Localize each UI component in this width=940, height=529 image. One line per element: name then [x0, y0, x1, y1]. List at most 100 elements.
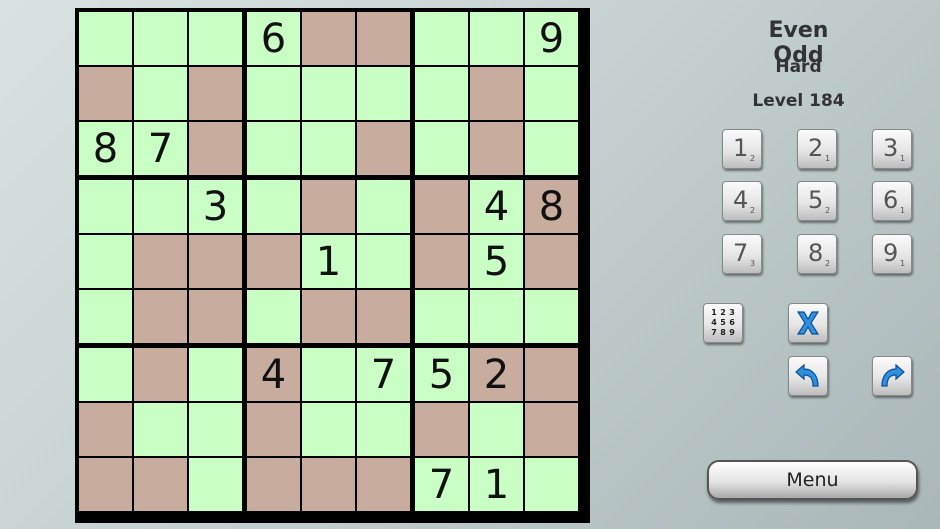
board-cell[interactable]	[302, 403, 355, 456]
board-cell[interactable]	[79, 348, 132, 401]
board-cell[interactable]	[79, 458, 132, 511]
board-cell[interactable]	[357, 67, 410, 120]
board-cell[interactable]: 5	[470, 235, 523, 288]
board-cell[interactable]	[79, 12, 132, 65]
notes-digit: 8	[720, 328, 726, 337]
board-cell[interactable]	[247, 458, 300, 511]
board-cell[interactable]: 2	[470, 348, 523, 401]
erase-button[interactable]	[788, 303, 828, 343]
board-cell[interactable]	[470, 290, 523, 343]
redo-button[interactable]	[872, 356, 912, 396]
board-cell[interactable]	[357, 122, 410, 175]
board-cell[interactable]	[302, 180, 355, 233]
board-cell[interactable]: 8	[79, 122, 132, 175]
board-cell[interactable]	[134, 180, 187, 233]
number-button-9[interactable]: 9 1	[872, 234, 912, 274]
number-button-3[interactable]: 3 1	[872, 129, 912, 169]
board-cell[interactable]	[134, 403, 187, 456]
board-cell[interactable]	[79, 290, 132, 343]
number-button-digit: 1	[733, 134, 749, 162]
level-label: Level 184	[752, 91, 845, 111]
board-cell[interactable]	[134, 235, 187, 288]
board-cell[interactable]	[525, 348, 578, 401]
board-cell[interactable]	[415, 12, 468, 65]
board-cell[interactable]: 4	[247, 348, 300, 401]
board-cell[interactable]	[134, 348, 187, 401]
board-cell[interactable]	[189, 458, 242, 511]
board-cell[interactable]	[189, 348, 242, 401]
number-button-count: 2	[825, 206, 831, 215]
board-cell[interactable]	[189, 403, 242, 456]
board-cell[interactable]	[79, 180, 132, 233]
board-cell[interactable]	[525, 67, 578, 120]
board-cell[interactable]	[415, 122, 468, 175]
number-button-5[interactable]: 5 2	[797, 181, 837, 221]
board-cell[interactable]	[302, 122, 355, 175]
board-cell[interactable]	[470, 12, 523, 65]
undo-button[interactable]	[788, 356, 828, 396]
board-cell[interactable]	[302, 67, 355, 120]
board-cell[interactable]: 7	[357, 348, 410, 401]
board-cell[interactable]	[525, 235, 578, 288]
board-cell[interactable]	[357, 180, 410, 233]
board-cell[interactable]	[415, 235, 468, 288]
board-cell[interactable]: 7	[134, 122, 187, 175]
board-cell[interactable]	[247, 290, 300, 343]
board-cell[interactable]	[79, 235, 132, 288]
board-cell[interactable]: 4	[470, 180, 523, 233]
board-cell[interactable]	[247, 180, 300, 233]
board-cell[interactable]	[525, 290, 578, 343]
board-cell[interactable]	[189, 235, 242, 288]
board-cell[interactable]	[247, 235, 300, 288]
board-cell[interactable]	[247, 67, 300, 120]
board-cell[interactable]	[302, 458, 355, 511]
notes-toggle-button[interactable]: 1 2 3 4 5 6 7 8 9	[703, 303, 743, 343]
board-cell[interactable]	[134, 290, 187, 343]
board-cell[interactable]	[189, 122, 242, 175]
number-button-6[interactable]: 6 1	[872, 181, 912, 221]
board-cell[interactable]	[189, 67, 242, 120]
board-cell[interactable]	[134, 67, 187, 120]
board-cell[interactable]: 3	[189, 180, 242, 233]
board-cell[interactable]	[525, 122, 578, 175]
board-cell[interactable]: 5	[415, 348, 468, 401]
board-cell[interactable]	[357, 235, 410, 288]
board-cell[interactable]: 1	[470, 458, 523, 511]
board-cell[interactable]: 8	[525, 180, 578, 233]
board-cell[interactable]	[189, 12, 242, 65]
board-cell[interactable]	[189, 290, 242, 343]
board-cell[interactable]	[134, 458, 187, 511]
board-cell[interactable]	[302, 12, 355, 65]
number-button-4[interactable]: 4 2	[722, 181, 762, 221]
board-cell[interactable]	[302, 290, 355, 343]
board-cell[interactable]	[415, 67, 468, 120]
board-cell[interactable]	[415, 180, 468, 233]
board-cell[interactable]: 6	[247, 12, 300, 65]
board-cell[interactable]	[79, 403, 132, 456]
board-cell[interactable]	[470, 403, 523, 456]
board-cell[interactable]: 1	[302, 235, 355, 288]
board-cell[interactable]	[247, 403, 300, 456]
board-cell[interactable]	[134, 12, 187, 65]
number-button-2[interactable]: 2 1	[797, 129, 837, 169]
notes-digit: 5	[720, 318, 726, 327]
board-cell[interactable]	[525, 458, 578, 511]
board-cell[interactable]	[357, 290, 410, 343]
board-cell[interactable]: 9	[525, 12, 578, 65]
board-cell[interactable]	[525, 403, 578, 456]
board-cell[interactable]: 7	[415, 458, 468, 511]
board-cell[interactable]	[470, 67, 523, 120]
number-button-8[interactable]: 8 2	[797, 234, 837, 274]
number-button-7[interactable]: 7 3	[722, 234, 762, 274]
board-cell[interactable]	[302, 348, 355, 401]
number-button-1[interactable]: 1 2	[722, 129, 762, 169]
board-cell[interactable]	[357, 403, 410, 456]
board-cell[interactable]	[470, 122, 523, 175]
board-cell[interactable]	[247, 122, 300, 175]
board-cell[interactable]	[79, 67, 132, 120]
board-cell[interactable]	[357, 458, 410, 511]
board-cell[interactable]	[415, 290, 468, 343]
menu-button[interactable]: Menu	[707, 460, 918, 500]
board-cell[interactable]	[415, 403, 468, 456]
board-cell[interactable]	[357, 12, 410, 65]
